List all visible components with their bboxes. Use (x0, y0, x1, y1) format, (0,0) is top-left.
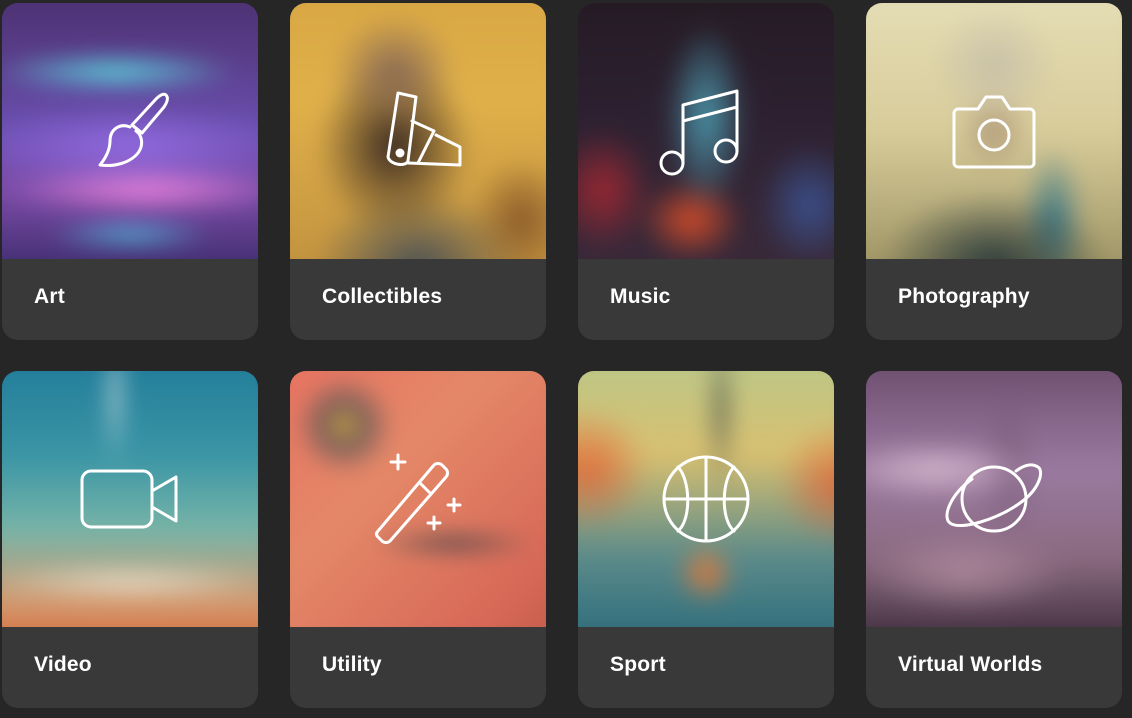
category-card-music[interactable]: Music (578, 3, 834, 340)
paintbrush-icon (80, 81, 180, 181)
category-image (578, 371, 834, 627)
category-image (290, 371, 546, 627)
magic-wand-icon (368, 449, 468, 549)
music-note-icon (656, 81, 756, 181)
category-image (290, 3, 546, 259)
category-card-photography[interactable]: Photography (866, 3, 1122, 340)
category-label: Music (610, 285, 671, 308)
basketball-icon (656, 449, 756, 549)
category-card-art[interactable]: Art (2, 3, 258, 340)
category-card-utility[interactable]: Utility (290, 371, 546, 708)
category-card-collectibles[interactable]: Collectibles (290, 3, 546, 340)
category-label: Sport (610, 653, 666, 676)
category-label: Photography (898, 285, 1030, 308)
category-label: Virtual Worlds (898, 653, 1043, 676)
category-image (2, 3, 258, 259)
category-label: Utility (322, 653, 382, 676)
category-label: Art (34, 285, 65, 308)
camera-icon (944, 81, 1044, 181)
category-image (866, 371, 1122, 627)
category-image (866, 3, 1122, 259)
planet-icon (944, 449, 1044, 549)
category-card-video[interactable]: Video (2, 371, 258, 708)
category-card-sport[interactable]: Sport (578, 371, 834, 708)
category-card-virtual-worlds[interactable]: Virtual Worlds (866, 371, 1122, 708)
swatch-icon (368, 81, 468, 181)
category-label: Video (34, 653, 92, 676)
category-label: Collectibles (322, 285, 443, 308)
category-image (578, 3, 834, 259)
category-grid: Art Collectibles Music Photography Video… (0, 0, 1132, 718)
video-camera-icon (80, 449, 180, 549)
category-image (2, 371, 258, 627)
